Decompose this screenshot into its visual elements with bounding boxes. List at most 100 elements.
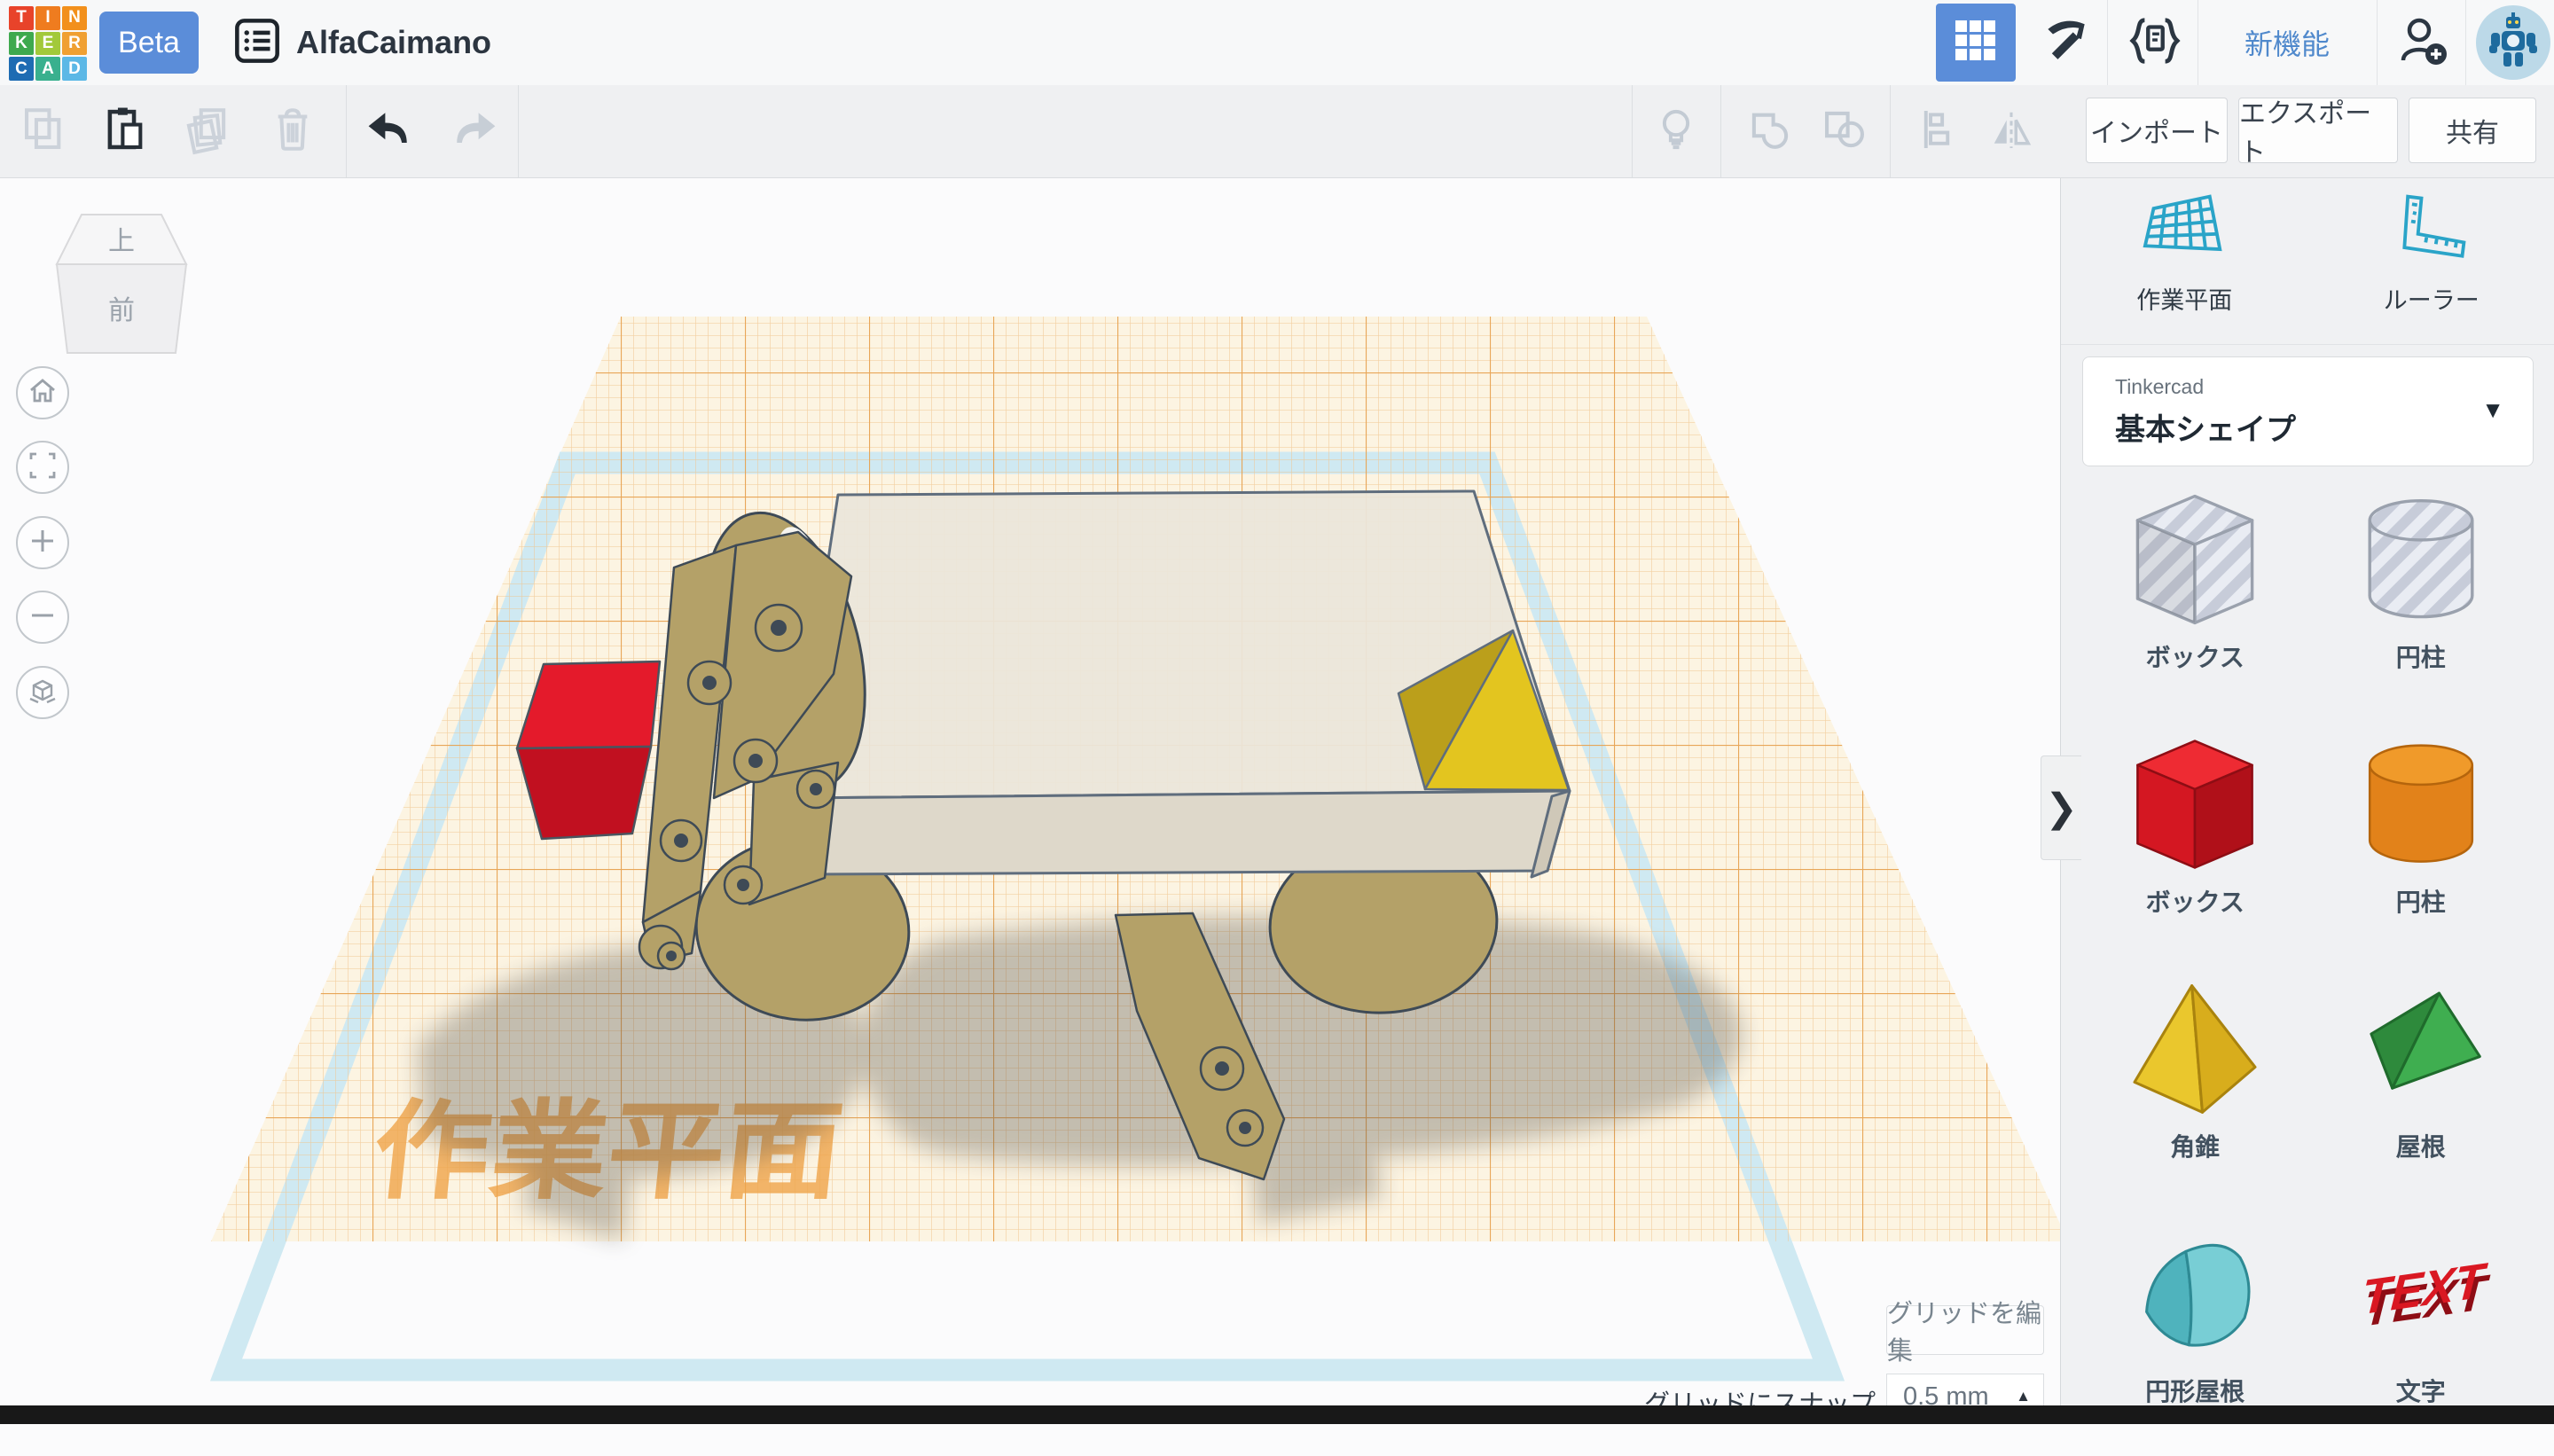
- shape-library-dropdown[interactable]: Tinkercad 基本シェイプ ▼: [2082, 356, 2534, 466]
- tinkercad-logo[interactable]: T I N K E R C A D: [9, 6, 87, 81]
- ungroup-icon: [1819, 104, 1870, 160]
- code-braces-icon: [2127, 13, 2182, 73]
- show-all-button[interactable]: [1637, 85, 1715, 177]
- logo-tile: T: [9, 6, 34, 30]
- header-separator: [2465, 0, 2466, 85]
- delete-button[interactable]: [254, 85, 332, 177]
- logo-tile: E: [35, 32, 60, 56]
- paste-icon: [100, 104, 152, 160]
- logo-tile: N: [62, 6, 87, 30]
- dashboard-grid-button[interactable]: [1936, 4, 2016, 82]
- shape-label: ボックス: [2146, 638, 2245, 674]
- workplane-tool[interactable]: 作業平面: [2061, 177, 2308, 344]
- home-view-button[interactable]: [16, 366, 69, 419]
- view-cube[interactable]: 上 前: [55, 213, 188, 360]
- lightbulb-icon: [1651, 105, 1701, 159]
- import-button[interactable]: インポート: [2086, 98, 2228, 163]
- undo-button[interactable]: [351, 85, 429, 177]
- paste-button[interactable]: [87, 85, 165, 177]
- perspective-toggle-button[interactable]: [16, 666, 69, 719]
- codeblocks-button[interactable]: [2112, 0, 2198, 85]
- toolbar-separator: [1890, 85, 1891, 177]
- share-button[interactable]: 共有: [2409, 98, 2536, 163]
- group-button[interactable]: [1731, 85, 1809, 177]
- mirror-icon: [1986, 105, 2036, 159]
- minus-icon: [27, 600, 58, 635]
- shape-label: 円柱: [2396, 883, 2446, 919]
- logo-tile: A: [35, 57, 60, 81]
- shape-label: ボックス: [2146, 883, 2245, 919]
- edit-grid-button[interactable]: グリッドを編集: [1886, 1305, 2044, 1355]
- logo-tile: C: [9, 57, 34, 81]
- shape-tile-roof[interactable]: 屋根: [2308, 967, 2534, 1211]
- toolbar-separator: [346, 85, 347, 177]
- duplicate-icon: [182, 104, 233, 160]
- ruler-tool[interactable]: ルーラー: [2308, 177, 2554, 344]
- shape-tile-hole-cylinder[interactable]: 円柱: [2308, 477, 2534, 722]
- align-button[interactable]: [1898, 85, 1976, 177]
- shapes-sidebar: 作業平面 ルーラー Tinkercad 基本シェイプ ▼: [2060, 177, 2554, 1424]
- toolbar-separator: [1632, 85, 1633, 177]
- user-avatar[interactable]: [2476, 5, 2550, 80]
- ruler-label: ルーラー: [2384, 281, 2480, 316]
- new-features-link[interactable]: 新機能: [2205, 0, 2370, 85]
- design-menu-button[interactable]: [232, 18, 282, 67]
- shape-tile-red-box[interactable]: ボックス: [2082, 722, 2308, 967]
- design-title: AlfaCaimano: [296, 0, 491, 85]
- view-cube-top-label: 上: [108, 227, 135, 256]
- shape-tile-hole-box[interactable]: ボックス: [2082, 477, 2308, 722]
- header-separator: [2377, 0, 2378, 85]
- ungroup-button[interactable]: [1806, 85, 1884, 177]
- export-button[interactable]: エクスポート: [2238, 98, 2398, 163]
- copy-icon: [19, 104, 70, 160]
- shape-label: 角錐: [2170, 1128, 2220, 1163]
- zoom-in-button[interactable]: [16, 516, 69, 569]
- mirror-button[interactable]: [1972, 85, 2050, 177]
- header-separator: [2107, 0, 2108, 85]
- ruler-icon: [2389, 190, 2474, 276]
- sidebar-divider: [2061, 344, 2554, 345]
- group-icon: [1744, 104, 1796, 160]
- viewport-3d[interactable]: 作業平面: [0, 177, 2060, 1424]
- shape-label: 円柱: [2396, 638, 2446, 674]
- robot-avatar-icon: [2480, 8, 2546, 78]
- caret-down-icon: ▼: [2481, 396, 2504, 424]
- logo-tile: I: [35, 6, 60, 30]
- fit-view-button[interactable]: [16, 441, 69, 494]
- shape-label: 円形屋根: [2145, 1373, 2245, 1408]
- app-header: T I N K E R C A D Beta AlfaCaimano 新機能: [0, 0, 2554, 86]
- edit-toolbar: インポート エクスポート 共有: [0, 85, 2554, 178]
- trash-icon: [267, 104, 318, 160]
- beta-button[interactable]: Beta: [99, 12, 199, 74]
- library-name: 基本シェイプ: [2115, 405, 2296, 449]
- logo-tile: R: [62, 32, 87, 56]
- workplane-label: 作業平面: [2136, 281, 2232, 316]
- home-icon: [27, 376, 58, 411]
- shape-label: 屋根: [2396, 1128, 2446, 1163]
- plus-icon: [27, 526, 58, 560]
- zoom-out-button[interactable]: [16, 591, 69, 644]
- grid-icon: [1952, 17, 2000, 69]
- logo-tile: K: [9, 32, 34, 56]
- shape-gallery: ボックス 円柱 ボックス: [2082, 477, 2534, 1456]
- shape-tile-pyramid[interactable]: 角錐: [2082, 967, 2308, 1211]
- pickaxe-icon: [2040, 14, 2093, 72]
- invite-button[interactable]: [2380, 0, 2465, 85]
- perspective-cube-icon: [27, 676, 58, 710]
- minecraft-export-button[interactable]: [2024, 0, 2109, 85]
- redo-icon: [447, 103, 500, 160]
- library-kicker: Tinkercad: [2115, 375, 2204, 399]
- copy-button[interactable]: [5, 85, 83, 177]
- list-icon: [231, 15, 283, 71]
- sidebar-tools-row: 作業平面 ルーラー: [2061, 177, 2554, 344]
- duplicate-button[interactable]: [168, 85, 247, 177]
- redo-button[interactable]: [435, 85, 513, 177]
- undo-icon: [364, 103, 417, 160]
- workplane-icon: [2142, 190, 2227, 276]
- bottom-banner-strip: [0, 1405, 2554, 1424]
- scene-3d: 作業平面: [0, 177, 2060, 1424]
- sidebar-collapse-tab[interactable]: ❯: [2041, 755, 2081, 860]
- shape-tile-orange-cylinder[interactable]: 円柱: [2308, 722, 2534, 967]
- align-icon: [1912, 105, 1962, 159]
- shape-label: 文字: [2396, 1373, 2446, 1408]
